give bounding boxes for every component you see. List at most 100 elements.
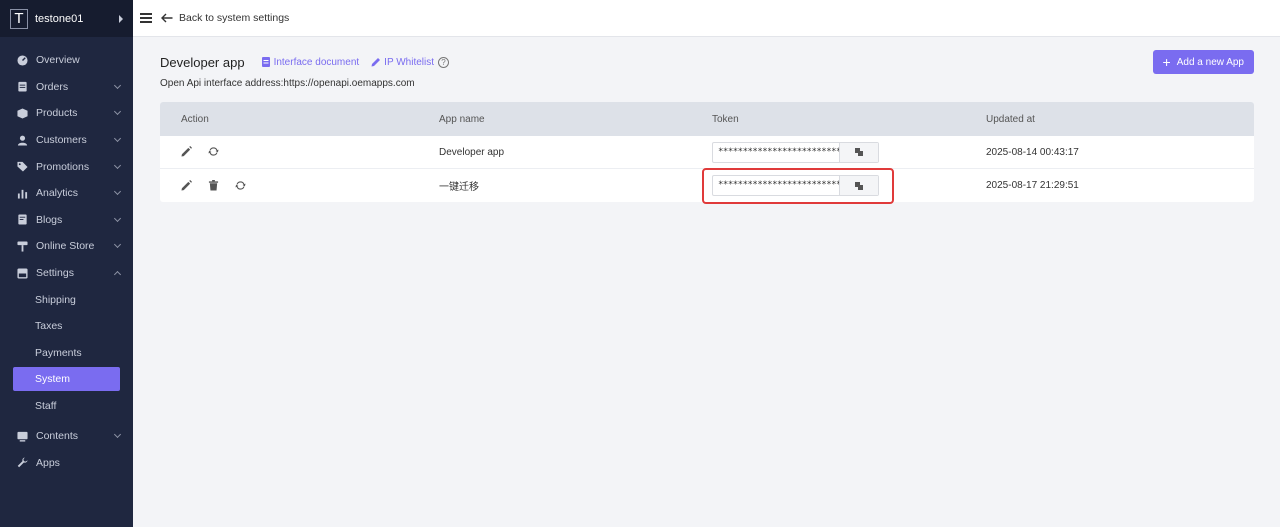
box-icon [16, 107, 28, 119]
add-new-app-button[interactable]: + Add a new App [1152, 50, 1254, 74]
copy-icon [855, 181, 863, 190]
table-row: 一键迁移 ***********************************… [160, 169, 1254, 202]
interface-document-label: Interface document [273, 56, 360, 68]
interface-document-link[interactable]: Interface document [261, 56, 360, 68]
page-title: Developer app [160, 54, 245, 70]
sidebar-subitem-staff[interactable]: Staff [13, 393, 120, 420]
app-name-cell: 一键迁移 [439, 182, 479, 193]
row-actions [160, 179, 418, 192]
back-to-system-settings-link[interactable]: Back to system settings [179, 12, 289, 24]
sidebar-item-customers[interactable]: Customers [0, 127, 133, 154]
settings-icon [16, 267, 28, 279]
copy-icon [855, 148, 863, 156]
token-field[interactable]: ************************************* [712, 141, 879, 163]
sidebar-item-label: Settings [36, 267, 74, 280]
sidebar-item-overview[interactable]: Overview [0, 47, 133, 74]
paint-roller-icon [16, 240, 28, 252]
chevron-down-icon [113, 188, 122, 196]
sidebar-item-label: Customers [36, 134, 87, 147]
user-icon [16, 134, 28, 146]
sidebar-nav: Overview Orders Products Customers Promo… [0, 37, 133, 476]
help-icon[interactable]: ? [438, 56, 450, 68]
updated-at-cell: 2025-08-17 21:29:51 [986, 180, 1079, 191]
refresh-icon[interactable] [208, 146, 220, 158]
ip-whitelist-link[interactable]: IP Whitelist ? [371, 56, 450, 68]
pencil-icon [371, 58, 381, 67]
sidebar-item-blogs[interactable]: Blogs [0, 207, 133, 234]
copy-token-button[interactable] [839, 176, 878, 195]
table-header: Action App name Token Updated at [160, 102, 1254, 136]
apps-table: Action App name Token Updated at Develop… [160, 102, 1254, 202]
chevron-down-icon [113, 214, 122, 222]
sidebar-item-settings[interactable]: Settings [0, 260, 133, 287]
gauge-icon [16, 54, 28, 66]
topbar: Back to system settings [133, 0, 1280, 37]
header-action: Action [181, 113, 209, 125]
sidebar-item-label: Promotions [36, 160, 90, 173]
sidebar-item-label: Products [36, 107, 78, 120]
copy-token-button[interactable] [839, 142, 878, 162]
table-row: Developer app **************************… [160, 136, 1254, 169]
store-switcher[interactable]: T testone01 [0, 0, 133, 37]
sidebar-item-analytics[interactable]: Analytics [0, 180, 133, 207]
sidebar-item-online-store[interactable]: Online Store [0, 233, 133, 260]
edit-icon[interactable] [181, 179, 193, 192]
sidebar-item-products[interactable]: Products [0, 100, 133, 127]
app-name-cell: Developer app [439, 146, 505, 158]
chevron-down-icon [113, 81, 122, 89]
tag-icon [16, 161, 28, 173]
bar-chart-icon [16, 187, 28, 199]
main-content: Developer app Interface document IP Whit… [160, 50, 1254, 202]
wrench-icon [16, 457, 28, 469]
trash-icon[interactable] [208, 179, 220, 192]
page-header: Developer app Interface document IP Whit… [160, 50, 1254, 74]
chevron-down-icon [113, 241, 122, 249]
sidebar-item-apps[interactable]: Apps [0, 449, 133, 476]
sidebar-item-label: Contents [36, 430, 79, 443]
chevron-down-icon [113, 135, 122, 143]
ip-whitelist-label: IP Whitelist [384, 56, 435, 68]
token-cell: ************************************* [692, 175, 966, 196]
chevron-up-icon [113, 271, 122, 279]
updated-at-cell: 2025-08-14 00:43:17 [986, 146, 1079, 158]
store-name: testone01 [35, 12, 84, 25]
document-icon [16, 214, 28, 226]
edit-icon[interactable] [181, 146, 193, 158]
clipboard-icon [16, 81, 28, 93]
sidebar-subitem-payments[interactable]: Payments [13, 340, 120, 367]
sidebar-item-orders[interactable]: Orders [0, 74, 133, 101]
sidebar-item-label: Orders [36, 80, 69, 93]
token-cell: ************************************* [692, 141, 966, 163]
document-icon [261, 57, 270, 67]
arrow-left-icon[interactable] [161, 12, 173, 24]
api-address: Open Api interface address:https://opena… [160, 78, 415, 89]
row-actions [160, 146, 418, 158]
chevron-down-icon [113, 108, 122, 116]
add-new-app-label: Add a new App [1176, 56, 1244, 68]
sidebar-item-label: Apps [36, 456, 60, 469]
chevron-down-icon [113, 161, 122, 169]
store-logo: T [10, 8, 28, 29]
sidebar-subitem-system[interactable]: System [13, 367, 120, 392]
sidebar-item-promotions[interactable]: Promotions [0, 153, 133, 180]
header-updated-at: Updated at [986, 113, 1035, 125]
sidebar-item-label: Online Store [36, 240, 95, 253]
monitor-icon [16, 430, 28, 442]
caret-right-icon [119, 14, 123, 23]
refresh-icon[interactable] [235, 180, 247, 192]
menu-icon[interactable] [140, 13, 152, 23]
sidebar-subitem-shipping[interactable]: Shipping [13, 286, 120, 313]
token-field[interactable]: ************************************* [712, 175, 879, 196]
sidebar-item-label: Blogs [36, 213, 63, 226]
sidebar-item-contents[interactable]: Contents [0, 423, 133, 450]
chevron-down-icon [113, 430, 122, 439]
sidebar: T testone01 Overview Orders Products Cus… [0, 0, 133, 527]
sidebar-item-label: Overview [36, 54, 80, 67]
sidebar-subitem-taxes[interactable]: Taxes [13, 313, 120, 340]
sidebar-item-label: Analytics [36, 187, 79, 200]
token-value: ************************************* [718, 146, 839, 157]
plus-icon: + [1162, 54, 1171, 70]
header-app-name: App name [439, 113, 485, 125]
header-token: Token [712, 113, 739, 125]
token-value: ************************************* [718, 180, 839, 190]
